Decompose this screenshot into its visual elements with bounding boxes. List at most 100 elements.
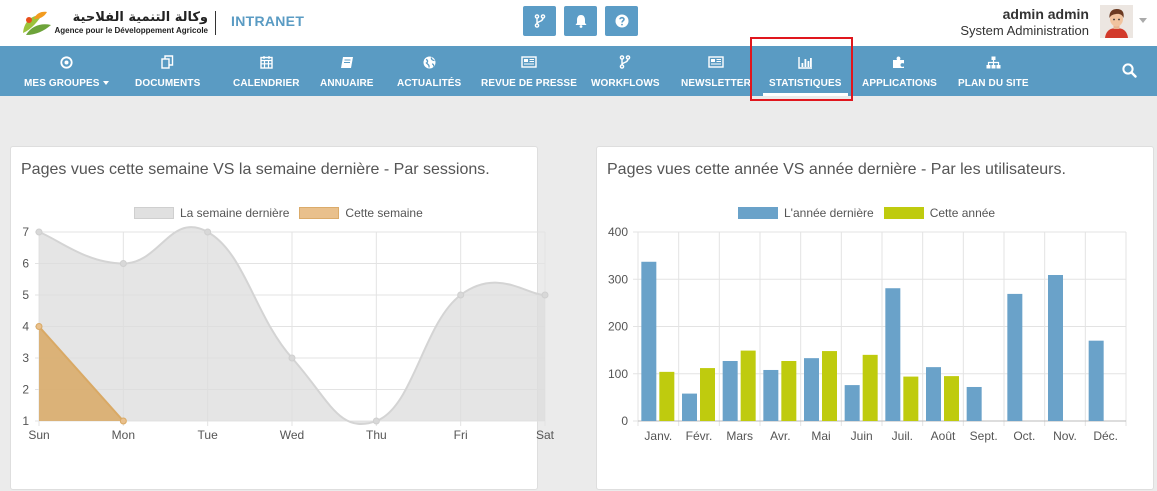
y-tick-label: 300	[608, 272, 628, 286]
x-tick-label: Juin	[851, 429, 873, 443]
bar-this-year	[700, 368, 715, 421]
nav-label-mes-groupes: MES GROUPES	[24, 78, 100, 89]
x-tick-label: Mars	[726, 429, 753, 443]
user-role: System Administration	[960, 23, 1089, 38]
user-menu-caret-icon[interactable]	[1139, 18, 1147, 23]
y-tick-label: 200	[608, 320, 628, 334]
bar-chart-icon	[798, 56, 812, 69]
nav-label-statistiques: STATISTIQUES	[769, 78, 842, 89]
bar-last-year	[1007, 293, 1023, 421]
logo-french-text: Agence pour le Développement Agricole	[54, 26, 208, 35]
nav-item-documents[interactable]: DOCUMENTS	[135, 46, 200, 96]
yearly-views-card: Pages vues cette année VS année dernière…	[596, 146, 1154, 490]
nav-label-actualites: ACTUALITÉS	[397, 78, 462, 89]
x-tick-label: Nov.	[1053, 429, 1077, 443]
bar-this-year	[903, 376, 919, 421]
target-icon	[60, 55, 73, 69]
nav-item-workflows[interactable]: WORKFLOWS	[591, 46, 660, 96]
legend-item-last-year[interactable]: L'année dernière	[738, 206, 874, 220]
nav-item-newsletter[interactable]: NEWSLETTER	[681, 46, 751, 96]
legend-label-last-week: La semaine dernière	[180, 206, 290, 220]
newspaper-icon	[708, 56, 724, 68]
nav-label-applications: APPLICATIONS	[862, 78, 937, 89]
nav-label-annuaire: ANNUAIRE	[320, 78, 374, 89]
legend-label-this-week: Cette semaine	[345, 206, 423, 220]
user-name: admin admin	[1002, 6, 1089, 22]
workflow-icon	[620, 55, 631, 69]
book-icon	[340, 56, 353, 68]
x-tick-label: Juil.	[892, 429, 913, 443]
bar-last-year	[682, 393, 697, 421]
bar-last-year	[844, 385, 860, 421]
bar-last-year	[966, 386, 982, 421]
nav-label-documents: DOCUMENTS	[135, 78, 201, 89]
legend-item-last-week[interactable]: La semaine dernière	[134, 206, 289, 220]
bar-this-year	[862, 354, 878, 421]
logo-arabic-text: وكالة التنمية الفلاحية	[72, 10, 208, 25]
workflow-icon	[534, 14, 545, 28]
weekly-chart-legend: La semaine dernière Cette semaine	[134, 206, 433, 220]
legend-swatch-last-year	[738, 207, 778, 219]
legend-item-this-year[interactable]: Cette année	[883, 206, 996, 220]
search-icon[interactable]	[1122, 63, 1137, 78]
question-icon	[615, 14, 628, 28]
bar-last-year	[763, 369, 779, 421]
x-tick-label: Août	[931, 429, 956, 443]
help-button[interactable]	[605, 6, 638, 36]
caret-down-icon	[102, 81, 109, 86]
bar-last-year	[804, 358, 819, 421]
top-bar: وكالة التنمية الفلاحية Agence pour le Dé…	[0, 0, 1157, 46]
x-tick-label: Avr.	[770, 429, 790, 443]
bar-last-year	[1048, 274, 1063, 421]
weekly-chart-title: Pages vues cette semaine VS la semaine d…	[21, 161, 490, 178]
logo-divider	[215, 11, 216, 35]
bar-this-year	[659, 371, 675, 421]
app-name: INTRANET	[231, 13, 305, 29]
x-tick-label: Déc.	[1093, 429, 1118, 443]
y-tick-label: 0	[621, 414, 628, 428]
legend-label-last-year: L'année dernière	[784, 206, 874, 220]
user-menu[interactable]: admin admin System Administration	[960, 6, 1089, 39]
bar-last-year	[1088, 340, 1104, 421]
nav-item-revue-de-presse[interactable]: REVUE DE PRESSE	[481, 46, 577, 96]
bar-last-year	[722, 360, 738, 421]
nav-label-plan-du-site: PLAN DU SITE	[958, 78, 1029, 89]
legend-item-this-week[interactable]: Cette semaine	[299, 206, 423, 220]
y-tick-label: 100	[608, 367, 628, 381]
nav-item-calendrier[interactable]: CALENDRIER	[233, 46, 300, 96]
newspaper-icon	[521, 56, 537, 68]
legend-label-this-year: Cette année	[929, 206, 996, 220]
nav-label-revue-de-presse: REVUE DE PRESSE	[481, 78, 577, 89]
nav-item-statistiques[interactable]: STATISTIQUES	[763, 46, 847, 96]
nav-label-calendrier: CALENDRIER	[233, 78, 300, 89]
user-avatar-icon	[1100, 5, 1133, 38]
legend-swatch-this-week	[299, 207, 340, 219]
nav-item-actualites[interactable]: ACTUALITÉS	[397, 46, 461, 96]
bar-this-year	[822, 351, 837, 421]
x-tick-label: Mai	[811, 429, 830, 443]
bar-last-year	[641, 261, 657, 421]
calendar-icon	[260, 56, 273, 69]
y-tick-label: 400	[608, 225, 628, 239]
bar-last-year	[885, 288, 901, 421]
nav-item-mes-groupes[interactable]: MES GROUPES	[24, 46, 109, 96]
agency-logo[interactable]: وكالة التنمية الفلاحية Agence pour le Dé…	[20, 8, 208, 38]
sitemap-icon	[986, 56, 1001, 68]
legend-swatch-last-week	[134, 207, 174, 219]
puzzle-icon	[893, 56, 905, 68]
yearly-bar-chart: 0 100 200 300 400 Janv. Févr. Mars Avr. Mai Juin Ju…	[608, 225, 1127, 443]
nav-label-workflows: WORKFLOWS	[591, 78, 660, 89]
workflow-button[interactable]	[523, 6, 556, 36]
bar-this-year	[944, 376, 959, 421]
bell-icon	[575, 15, 586, 28]
bar-last-year	[926, 367, 941, 421]
nav-item-plan-du-site[interactable]: PLAN DU SITE	[958, 46, 1029, 96]
x-tick-label: Sept.	[970, 429, 998, 443]
yearly-chart-title: Pages vues cette année VS année dernière…	[607, 161, 1066, 178]
nav-item-annuaire[interactable]: ANNUAIRE	[320, 46, 374, 96]
nav-label-newsletter: NEWSLETTER	[681, 78, 751, 89]
avatar[interactable]	[1100, 5, 1133, 38]
nav-item-applications[interactable]: APPLICATIONS	[862, 46, 937, 96]
bar-this-year	[740, 350, 756, 421]
notifications-button[interactable]	[564, 6, 597, 36]
